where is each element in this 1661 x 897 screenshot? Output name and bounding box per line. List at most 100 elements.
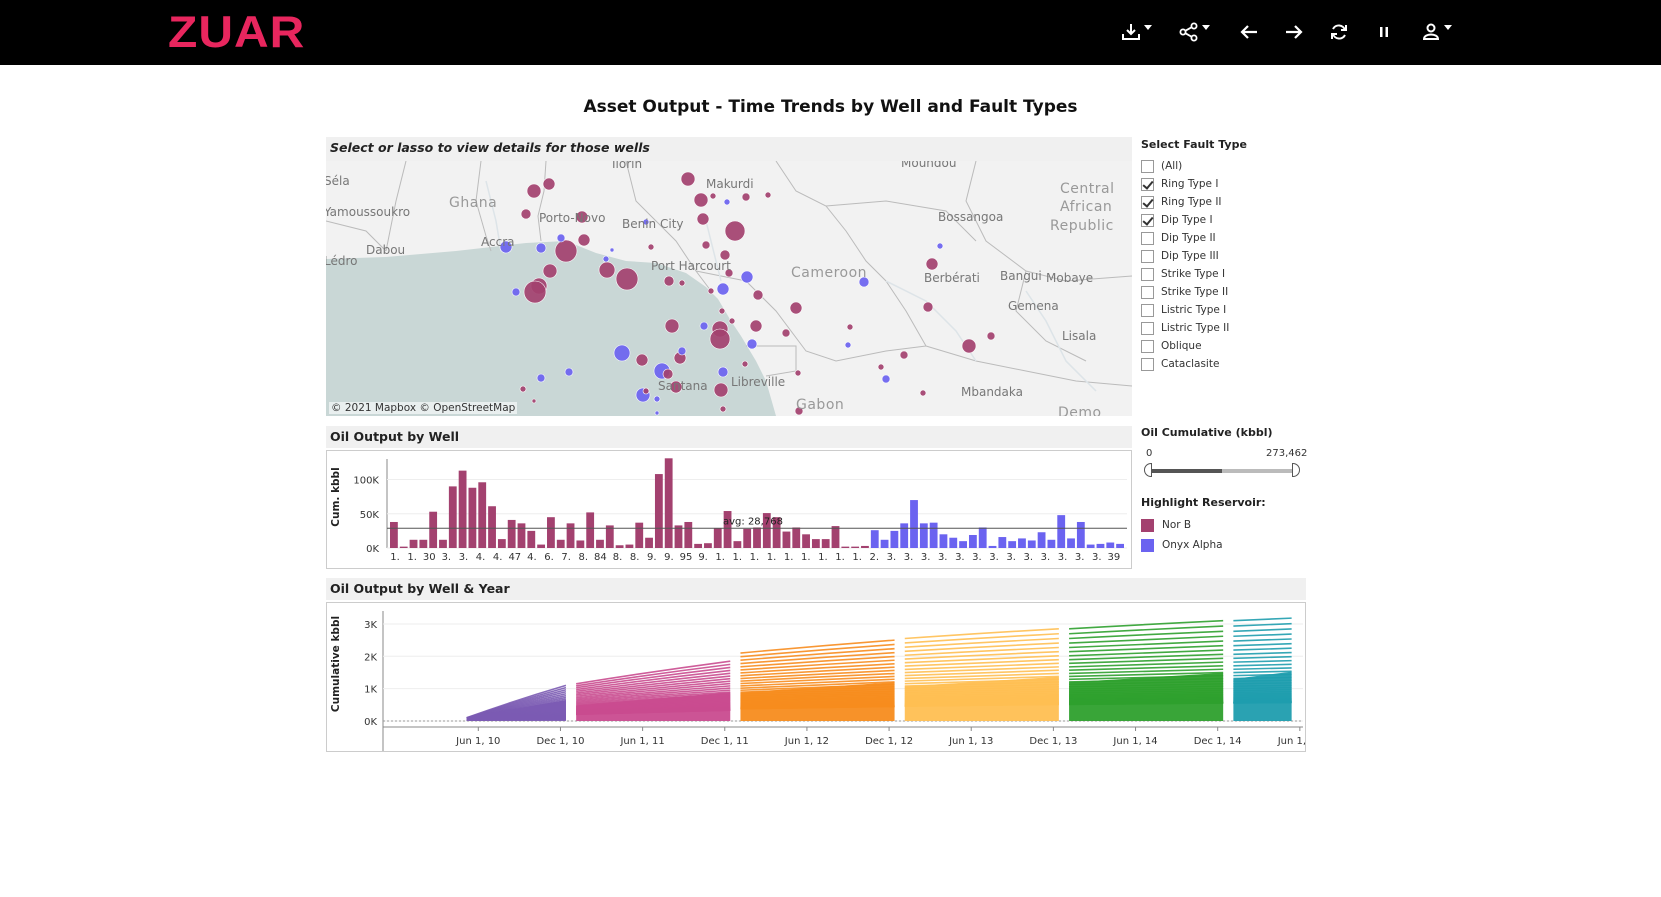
well-marker[interactable] [615,267,639,291]
well-marker[interactable] [844,341,852,349]
well-marker[interactable] [542,263,558,279]
well-line[interactable] [904,650,1059,660]
well-marker[interactable] [564,367,574,377]
year-series-2011[interactable] [576,660,731,721]
well-marker[interactable] [523,280,547,304]
bar[interactable] [841,546,850,548]
slider-min-handle[interactable] [1144,463,1152,477]
year-series-2015[interactable] [1233,617,1292,721]
bar[interactable] [654,474,663,548]
well-marker[interactable] [609,247,615,253]
bar[interactable] [1086,544,1095,548]
bar[interactable] [625,544,634,548]
well-marker[interactable] [925,257,939,271]
oil-output-by-well-chart[interactable]: 0K 50K 100K avg: 28,768 1. 1. 30 3. 3. 4. 4. 47 4. 6.… [326,450,1132,569]
bar[interactable] [998,537,1007,548]
fault-filter-item[interactable]: Strike Type I [1141,265,1341,283]
well-line[interactable] [1233,617,1292,622]
bar[interactable] [870,530,879,548]
well-marker[interactable] [724,220,746,242]
well-line[interactable] [1233,655,1292,660]
well-line[interactable] [904,646,1059,657]
well-marker[interactable] [519,385,527,393]
well-marker[interactable] [642,387,650,395]
well-marker[interactable] [723,198,731,206]
undo-button[interactable] [1237,14,1261,50]
well-marker[interactable] [709,192,717,200]
well-marker[interactable] [577,233,591,247]
well-marker[interactable] [693,192,709,208]
fault-filter-item[interactable]: Ring Type II [1141,193,1341,211]
bar[interactable] [576,540,585,548]
fault-filter-item[interactable]: Dip Type II [1141,229,1341,247]
well-marker[interactable] [535,242,547,254]
well-line[interactable] [1233,642,1292,647]
legend-item[interactable]: Nor B [1141,515,1266,535]
fault-filter-item[interactable]: Listric Type II [1141,319,1341,337]
well-line[interactable] [904,658,1059,667]
bar[interactable] [1096,543,1105,548]
well-marker[interactable] [662,368,674,380]
well-line[interactable] [904,627,1059,640]
fault-filter-item[interactable]: Cataclasite [1141,355,1341,373]
well-line[interactable] [1233,667,1292,671]
well-marker[interactable] [526,183,542,199]
bar[interactable] [439,539,447,548]
bar[interactable] [919,523,928,548]
bar[interactable] [792,527,801,548]
bar[interactable] [704,543,712,548]
well-marker[interactable] [635,353,649,367]
well-line[interactable] [904,642,1059,653]
well-line-cluster[interactable] [1069,672,1224,721]
download-button[interactable] [1118,14,1154,50]
bar[interactable] [949,537,958,548]
well-marker[interactable] [752,289,764,301]
well-marker[interactable] [678,279,686,287]
bar[interactable] [1027,540,1036,548]
fault-filter-item[interactable]: Oblique [1141,337,1341,355]
bar[interactable] [547,517,555,548]
bar[interactable] [390,521,398,548]
checkbox[interactable] [1141,321,1154,335]
checkbox[interactable] [1141,339,1154,353]
fault-filter-item[interactable]: Ring Type I [1141,175,1341,193]
checkbox[interactable] [1141,231,1154,245]
fault-filter-item[interactable]: (All) [1141,157,1341,175]
fault-filter-item[interactable]: Strike Type II [1141,283,1341,301]
bar[interactable] [586,512,595,548]
well-marker[interactable] [647,243,655,251]
share-button[interactable] [1176,14,1212,50]
well-marker[interactable] [707,287,715,295]
well-marker[interactable] [716,282,730,296]
checkbox[interactable] [1141,177,1154,191]
bar[interactable] [880,539,889,548]
bar[interactable] [851,546,860,548]
year-series-2012[interactable] [740,639,895,721]
well-marker[interactable] [740,270,754,284]
well-marker[interactable] [598,261,616,279]
well-marker[interactable] [986,331,996,341]
slider-track[interactable] [1144,463,1300,477]
well-line[interactable] [1233,663,1292,667]
checkbox[interactable] [1141,195,1154,209]
well-marker[interactable] [919,389,927,397]
bar[interactable] [802,534,810,548]
bar[interactable] [782,531,791,548]
well-marker[interactable] [719,405,727,413]
bar[interactable] [497,539,506,548]
bar[interactable] [1008,541,1017,548]
well-marker[interactable] [789,301,803,315]
bar[interactable] [399,546,408,548]
bar[interactable] [753,527,761,548]
bar[interactable] [458,470,467,548]
well-line[interactable] [904,654,1059,664]
bar[interactable] [733,541,742,548]
well-line[interactable] [1233,651,1292,656]
bar[interactable] [566,523,575,548]
well-marker[interactable] [713,382,729,398]
well-line[interactable] [904,637,1059,648]
bar[interactable] [537,544,546,548]
well-marker[interactable] [728,317,736,325]
bar[interactable] [910,500,918,548]
bar-chart-canvas[interactable]: 0K 50K 100K avg: 28,768 1. 1. 30 3. 3. 4. 4. 47 4. 6.… [327,451,1131,568]
